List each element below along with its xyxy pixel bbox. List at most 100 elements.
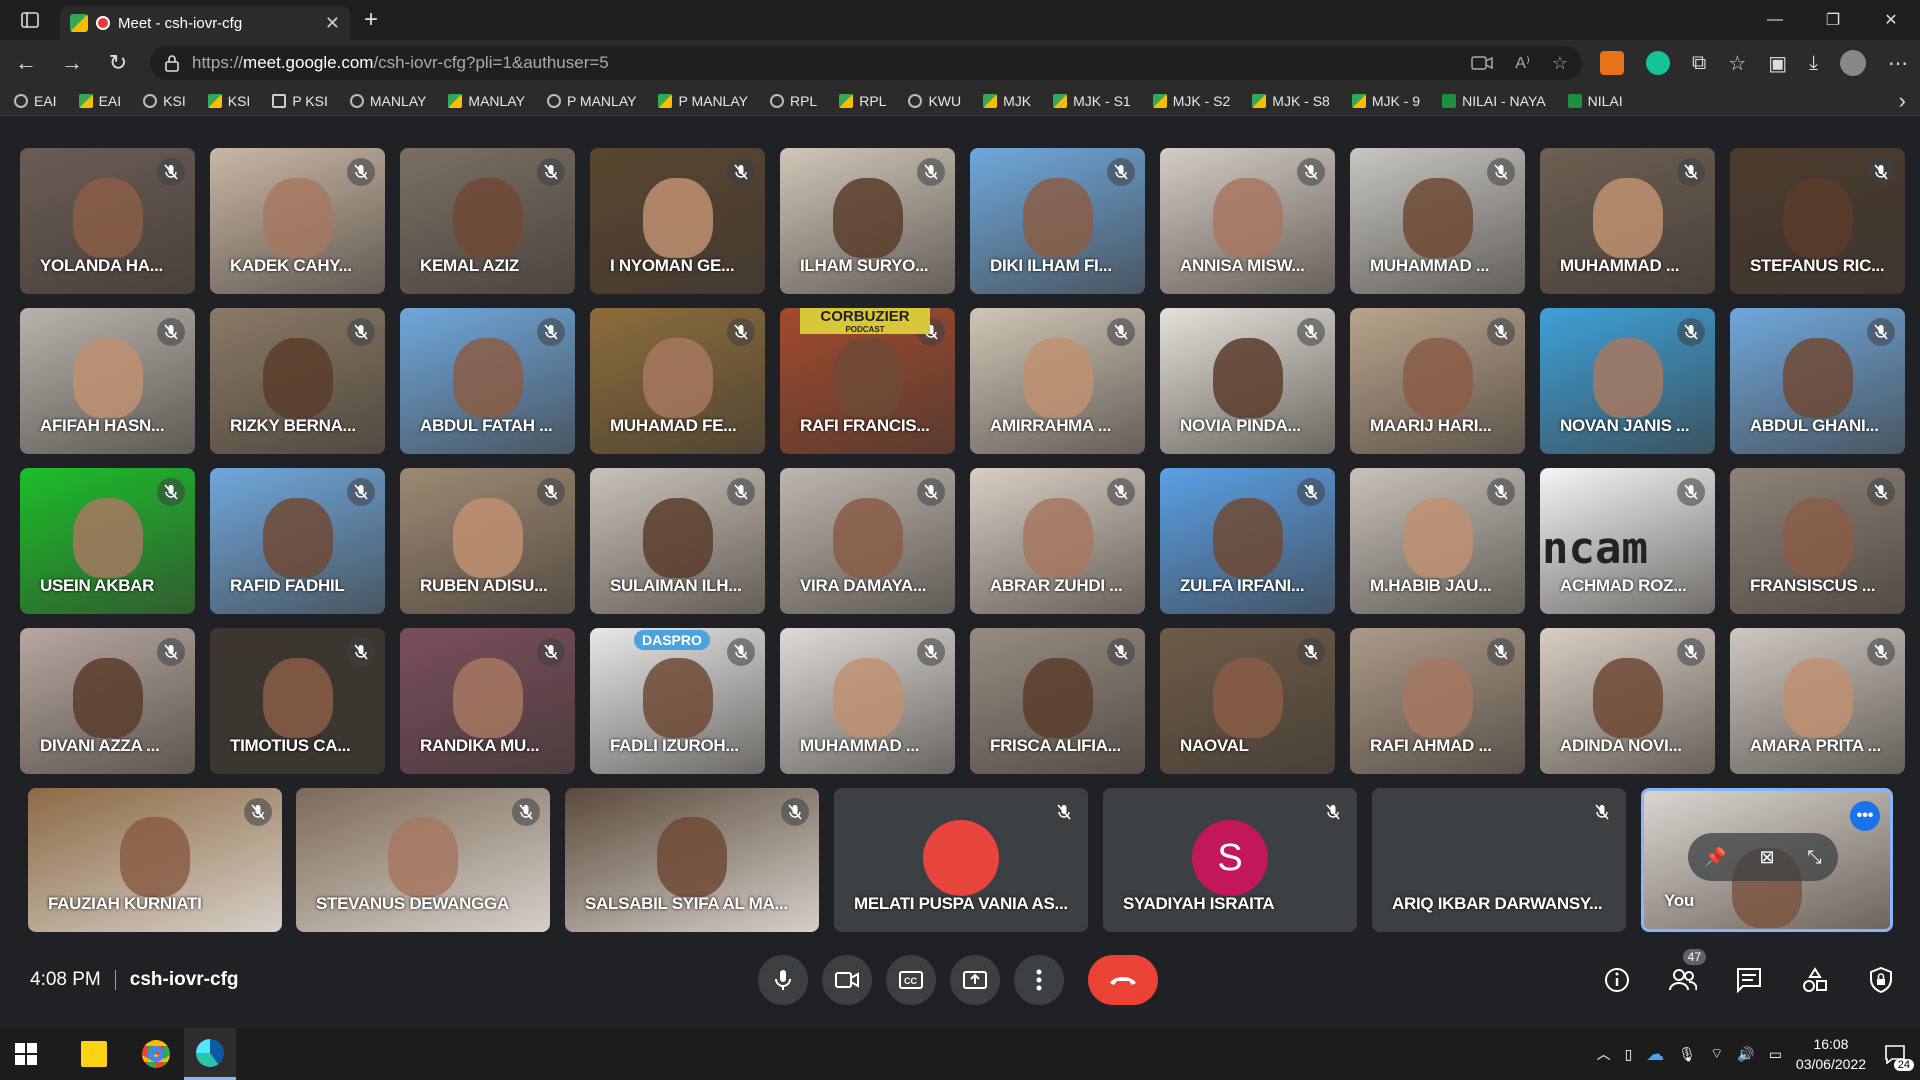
minimize-button[interactable]: — <box>1746 0 1804 40</box>
bookmarks-overflow-chevron-icon[interactable]: › <box>1899 88 1906 114</box>
people-button[interactable]: 47 <box>1668 949 1706 995</box>
restore-button[interactable]: ❐ <box>1804 0 1862 40</box>
participant-tile[interactable]: KEMAL AZIZ <box>400 148 575 294</box>
participant-tile[interactable]: AMARA PRITA ... <box>1730 628 1905 774</box>
host-controls-button[interactable] <box>1866 965 1896 995</box>
close-window-button[interactable]: ✕ <box>1862 0 1920 40</box>
battery-icon[interactable]: ▭ <box>1769 1046 1782 1063</box>
grammarly-icon[interactable] <box>1646 51 1671 75</box>
present-screen-button[interactable] <box>950 955 1000 1005</box>
hide-self-icon[interactable]: ⊠ <box>1759 847 1774 868</box>
lock-icon[interactable] <box>164 54 180 72</box>
bookmark-item[interactable]: KSI <box>143 93 186 109</box>
participant-tile[interactable]: MUHAMMAD ... <box>780 628 955 774</box>
minimize-icon[interactable]: ⤡ <box>1807 847 1821 868</box>
read-aloud-icon[interactable]: A⁾ <box>1515 53 1530 73</box>
wifi-icon[interactable]: ⌔ <box>1710 1045 1723 1063</box>
bookmark-item[interactable]: EAI <box>78 93 121 109</box>
participant-tile[interactable]: SALSABIL SYIFA AL MA... <box>565 788 819 932</box>
volume-icon[interactable]: 🔊 <box>1737 1046 1754 1063</box>
microphone-button[interactable] <box>758 955 808 1005</box>
mic-tray-icon[interactable]: 🎙 <box>1678 1046 1696 1063</box>
edge-app-icon[interactable] <box>184 1028 236 1080</box>
meeting-details-button[interactable] <box>1602 965 1632 995</box>
taskbar-clock[interactable]: 16:08 03/06/2022 <box>1796 1034 1866 1074</box>
participant-tile[interactable]: USEIN AKBAR <box>20 468 195 614</box>
bookmark-item[interactable]: P MANLAY <box>546 93 636 109</box>
camera-button[interactable] <box>822 955 872 1005</box>
bookmark-item[interactable]: NILAI <box>1567 93 1623 109</box>
participant-tile[interactable]: MUHAMMAD ... <box>1540 148 1715 294</box>
participant-tile[interactable]: TIMOTIUS CA... <box>210 628 385 774</box>
downloads-icon[interactable]: ⤓ <box>1809 52 1818 75</box>
camera-blocked-icon[interactable] <box>1471 54 1494 72</box>
participant-tile[interactable]: VIRA DAMAYA... <box>780 468 955 614</box>
participant-tile[interactable]: ANNISA MISW... <box>1160 148 1335 294</box>
participant-tile[interactable]: NAOVAL <box>1160 628 1335 774</box>
participant-tile[interactable]: ABRAR ZUHDI ... <box>970 468 1145 614</box>
participant-tile[interactable]: I NYOMAN GE... <box>590 148 765 294</box>
participant-tile[interactable]: DIKI ILHAM FI... <box>970 148 1145 294</box>
chrome-app-icon[interactable] <box>130 1028 182 1080</box>
extensions-icon[interactable]: ⧉ <box>1692 52 1706 75</box>
participant-tile[interactable]: DIVANI AZZA ... <box>20 628 195 774</box>
bookmark-item[interactable]: MJK - S8 <box>1252 93 1330 109</box>
settings-more-icon[interactable]: ⋯ <box>1888 51 1908 76</box>
bookmark-item[interactable]: P KSI <box>272 93 328 109</box>
participant-tile[interactable]: ADINDA NOVI... <box>1540 628 1715 774</box>
add-favorite-icon[interactable]: ☆ <box>1552 53 1568 74</box>
participant-tile[interactable]: FAUZIAH KURNIATI <box>28 788 282 932</box>
reload-icon[interactable]: ↻ <box>104 49 132 77</box>
participant-tile[interactable]: ZULFA IRFANI... <box>1160 468 1335 614</box>
bookmark-item[interactable]: MANLAY <box>349 93 426 109</box>
favorites-icon[interactable]: ☆ <box>1728 51 1746 76</box>
participant-tile[interactable]: MAARIJ HARI... <box>1350 308 1525 454</box>
participant-tile[interactable]: RAFID FADHIL <box>210 468 385 614</box>
profile-avatar[interactable] <box>1840 50 1866 76</box>
show-hidden-icons-icon[interactable]: ︿ <box>1597 1044 1611 1064</box>
participant-tile[interactable]: RIZKY BERNA... <box>210 308 385 454</box>
pin-icon[interactable]: 📌 <box>1704 847 1726 868</box>
back-icon[interactable]: ← <box>12 49 40 77</box>
browser-tab-meet[interactable]: Meet - csh-iovr-cfg ✕ <box>60 6 350 40</box>
bookmark-item[interactable]: RPL <box>769 93 817 109</box>
bookmark-item[interactable]: KSI <box>207 93 250 109</box>
sticky-notes-icon[interactable] <box>68 1028 120 1080</box>
participant-tile[interactable]: RUBEN ADISU... <box>400 468 575 614</box>
tab-actions-icon[interactable] <box>0 0 60 40</box>
bookmark-item[interactable]: NILAI - NAYA <box>1442 93 1546 109</box>
participant-tile[interactable]: AMIRRAHMA ... <box>970 308 1145 454</box>
close-tab-icon[interactable]: ✕ <box>325 13 340 34</box>
participant-tile[interactable]: RANDIKA MU... <box>400 628 575 774</box>
participant-tile[interactable]: YOLANDA HA... <box>20 148 195 294</box>
new-tab-button[interactable]: + <box>364 6 378 34</box>
participant-tile[interactable]: KADEK CAHY... <box>210 148 385 294</box>
url-field[interactable]: https://meet.google.com/csh-iovr-cfg?pli… <box>150 46 1583 80</box>
participant-tile[interactable]: STEFANUS RIC... <box>1730 148 1905 294</box>
participant-tile[interactable]: ILHAM SURYO... <box>780 148 955 294</box>
windows-start-icon[interactable] <box>0 1028 52 1080</box>
bookmark-item[interactable]: MJK - S1 <box>1053 93 1131 109</box>
more-options-button[interactable] <box>1014 955 1064 1005</box>
captions-button[interactable]: CC <box>886 955 936 1005</box>
notification-center-icon[interactable]: 24 <box>1880 1039 1914 1071</box>
bookmark-item[interactable]: MJK <box>983 93 1031 109</box>
participant-tile[interactable]: NOVIA PINDA... <box>1160 308 1335 454</box>
bookmark-item[interactable]: KWU <box>908 93 961 109</box>
bookmark-item[interactable]: EAI <box>14 93 57 109</box>
bookmark-item[interactable]: MJK - S2 <box>1152 93 1230 109</box>
extension-translate-icon[interactable] <box>1600 51 1625 75</box>
participant-tile[interactable]: S SYADIYAH ISRAITA <box>1103 788 1357 932</box>
participant-tile[interactable]: FRANSISCUS ... <box>1730 468 1905 614</box>
leave-call-button[interactable] <box>1088 955 1158 1005</box>
participant-tile[interactable]: AFIFAH HASN... <box>20 308 195 454</box>
bookmark-item[interactable]: MJK - 9 <box>1351 93 1420 109</box>
participant-tile[interactable]: FADLI IZUROH... DASPRO <box>590 628 765 774</box>
participant-tile[interactable]: MUHAMMAD ... <box>1350 148 1525 294</box>
bookmark-item[interactable]: P MANLAY <box>658 93 748 109</box>
participant-tile[interactable]: SULAIMAN ILH... <box>590 468 765 614</box>
onedrive-cloud-icon[interactable]: ☁ <box>1646 1044 1664 1065</box>
bookmark-item[interactable]: RPL <box>839 93 886 109</box>
device-icon[interactable]: ▯ <box>1625 1046 1633 1063</box>
participant-tile[interactable]: FRISCA ALIFIA... <box>970 628 1145 774</box>
